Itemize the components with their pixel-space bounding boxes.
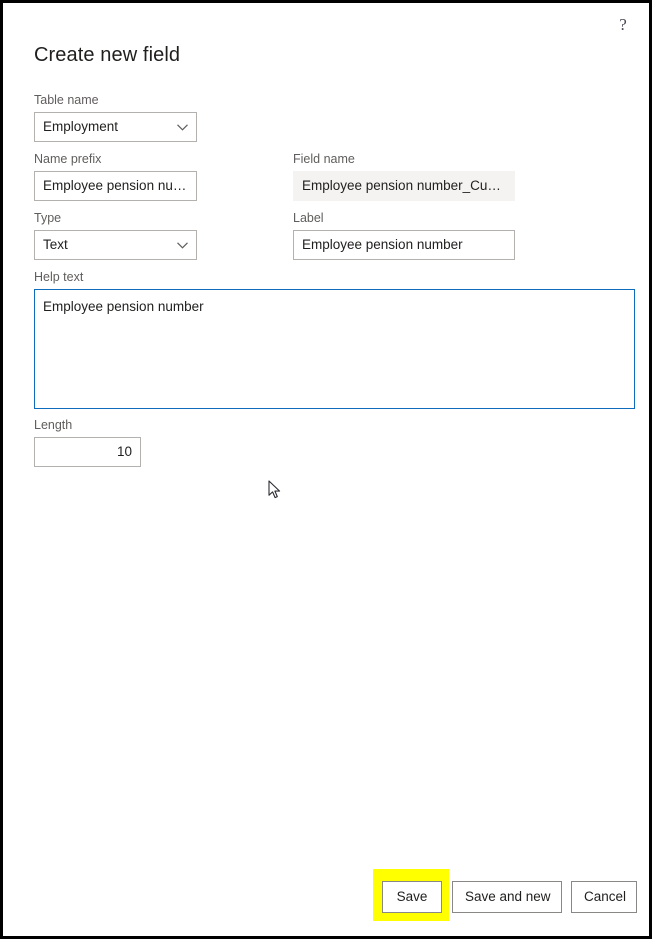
type-label: Type bbox=[34, 211, 62, 225]
page-title: Create new field bbox=[34, 44, 181, 66]
help-question-mark-icon[interactable]: ? bbox=[611, 13, 635, 37]
name-prefix-label: Name prefix bbox=[34, 152, 102, 166]
field-group-field-name: Field name Employee pension number_Cus… bbox=[293, 151, 515, 201]
help-text-label: Help text bbox=[34, 270, 84, 284]
label-input[interactable]: Employee pension number bbox=[293, 230, 515, 260]
field-group-length: Length 10 bbox=[34, 417, 141, 467]
field-group-table-name: Table name Employment bbox=[34, 92, 197, 142]
label-field-label: Label bbox=[293, 211, 324, 225]
type-dropdown[interactable]: Text bbox=[34, 230, 197, 260]
field-name-label: Field name bbox=[293, 152, 355, 166]
mouse-cursor-arrow-icon bbox=[268, 480, 282, 500]
field-group-type: Type Text bbox=[34, 210, 197, 260]
field-name-readonly-value: Employee pension number_Cus… bbox=[293, 171, 515, 201]
save-and-new-button[interactable]: Save and new bbox=[452, 881, 562, 913]
create-new-field-dialog: ? Create new field Table name Employment… bbox=[3, 3, 649, 936]
type-value: Text bbox=[43, 237, 68, 252]
name-prefix-input[interactable]: Employee pension nu… bbox=[34, 171, 197, 201]
table-name-value: Employment bbox=[43, 119, 119, 134]
dialog-window: ? Create new field Table name Employment… bbox=[0, 0, 652, 939]
field-group-label: Label Employee pension number bbox=[293, 210, 515, 260]
save-button[interactable]: Save bbox=[382, 881, 442, 913]
length-label: Length bbox=[34, 418, 73, 432]
cancel-button[interactable]: Cancel bbox=[571, 881, 637, 913]
field-group-name-prefix: Name prefix Employee pension nu… bbox=[34, 151, 197, 201]
chevron-down-icon bbox=[177, 113, 188, 141]
field-group-help-text: Help text Employee pension number bbox=[34, 269, 635, 409]
chevron-down-icon bbox=[177, 231, 188, 259]
table-name-dropdown[interactable]: Employment bbox=[34, 112, 197, 142]
help-text-textarea[interactable]: Employee pension number bbox=[34, 289, 635, 409]
length-input[interactable]: 10 bbox=[34, 437, 141, 467]
table-name-label: Table name bbox=[34, 93, 99, 107]
dialog-footer: Save Save and new Cancel bbox=[3, 869, 649, 921]
